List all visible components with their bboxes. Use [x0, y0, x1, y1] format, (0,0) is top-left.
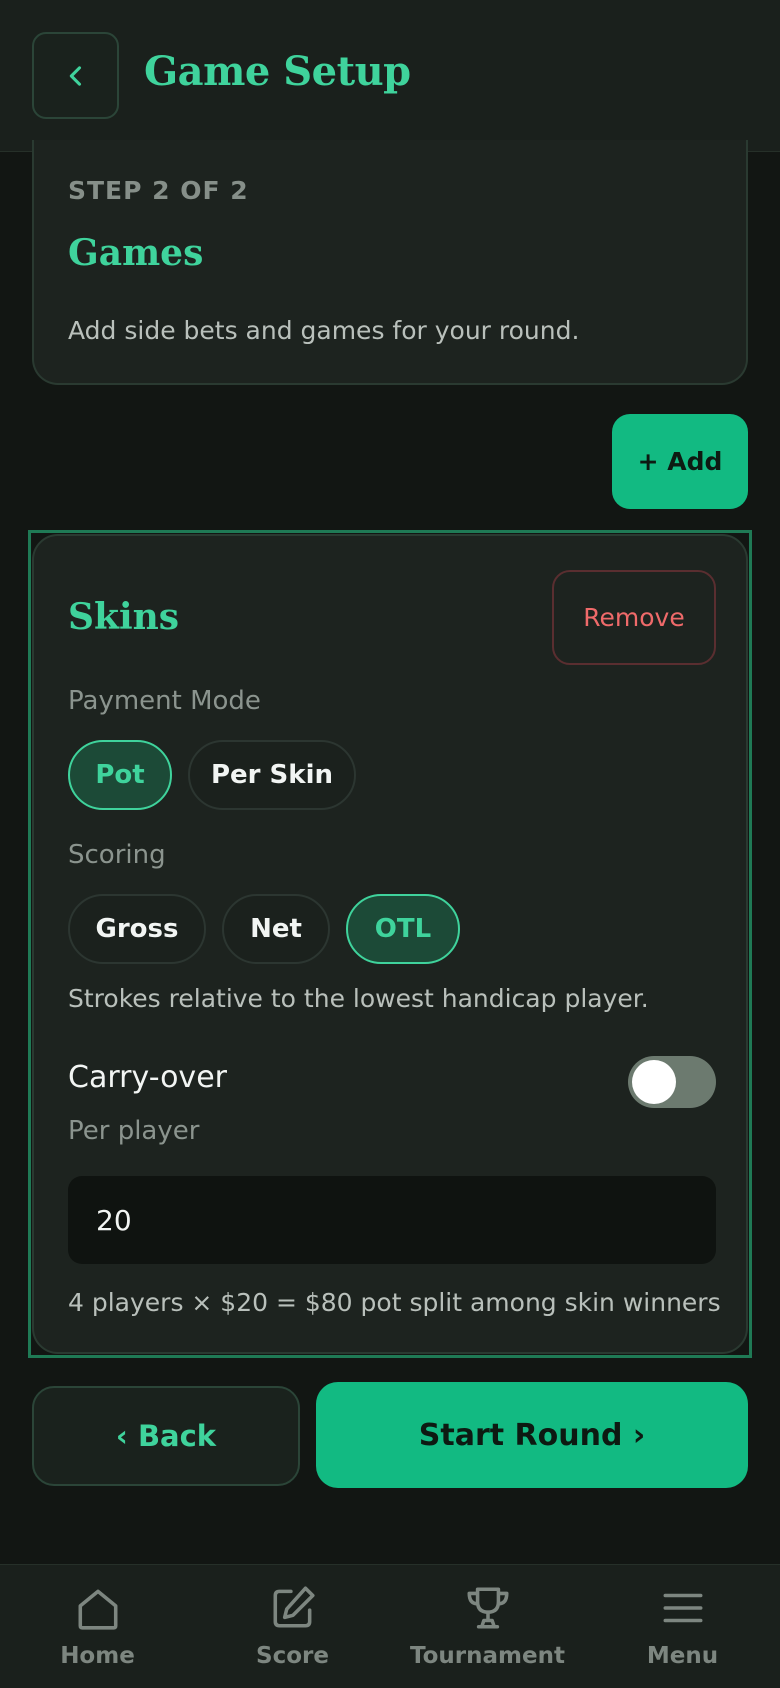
- pot-summary: 4 players × $20 = $80 pot split among sk…: [68, 1288, 721, 1317]
- nav-label-home: Home: [60, 1643, 135, 1669]
- scoring-hint: Strokes relative to the lowest handicap …: [68, 984, 649, 1013]
- nav-label-tournament: Tournament: [410, 1643, 565, 1669]
- home-icon: [78, 1589, 117, 1630]
- step-description: Add side bets and games for your round.: [68, 316, 580, 345]
- back-button[interactable]: ‹ Back: [32, 1386, 300, 1486]
- payment-mode-label: Payment Mode: [68, 686, 261, 716]
- step-indicator: STEP 2 OF 2: [68, 176, 249, 205]
- menu-icon: [663, 1593, 702, 1623]
- edit-icon: [273, 1586, 315, 1628]
- add-game-button[interactable]: + Add: [612, 414, 748, 509]
- page-title: Game Setup: [144, 48, 411, 95]
- scoring-label: Scoring: [68, 840, 166, 870]
- game-title: Skins: [68, 596, 180, 638]
- trophy-icon: [466, 1587, 509, 1629]
- step-card: STEP 2 OF 2 Games Add side bets and game…: [32, 140, 748, 385]
- nav-item-score[interactable]: Score: [195, 1565, 390, 1688]
- nav-item-menu[interactable]: Menu: [585, 1565, 780, 1688]
- app-header: Game Setup: [0, 0, 780, 152]
- carry-over-label: Carry-over: [68, 1060, 227, 1095]
- payment-option-per-skin[interactable]: Per Skin: [188, 740, 356, 810]
- header-back-button[interactable]: [32, 32, 119, 119]
- bottom-nav: Home Score Tournament Menu: [0, 1564, 780, 1688]
- nav-item-home[interactable]: Home: [0, 1565, 195, 1688]
- start-round-button[interactable]: Start Round ›: [316, 1382, 748, 1488]
- nav-item-tournament[interactable]: Tournament: [390, 1565, 585, 1688]
- nav-label-menu: Menu: [646, 1643, 719, 1669]
- chevron-left-icon: [69, 65, 81, 86]
- scoring-option-net[interactable]: Net: [222, 894, 330, 964]
- scoring-option-gross[interactable]: Gross: [68, 894, 206, 964]
- nav-label-score: Score: [256, 1643, 329, 1669]
- step-title: Games: [68, 232, 204, 274]
- payment-option-pot[interactable]: Pot: [68, 740, 172, 810]
- remove-game-button[interactable]: Remove: [552, 570, 716, 665]
- toggle-knob: [632, 1060, 676, 1104]
- skins-game-card: Skins Remove Payment Mode Pot Per Skin S…: [32, 534, 748, 1354]
- carry-over-toggle[interactable]: [628, 1056, 716, 1108]
- per-player-input[interactable]: 20: [68, 1176, 716, 1264]
- per-player-label: Per player: [68, 1116, 200, 1146]
- scoring-option-otl[interactable]: OTL: [346, 894, 460, 964]
